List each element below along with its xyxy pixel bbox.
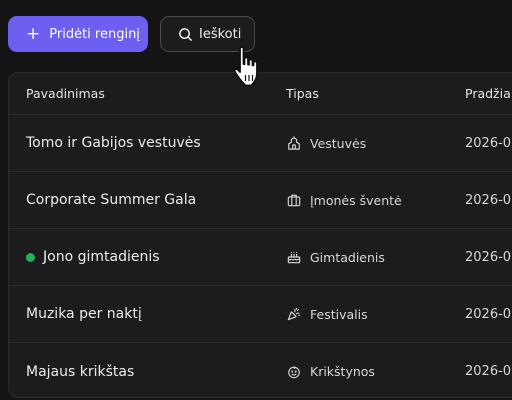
event-type: Festivalis bbox=[310, 306, 368, 322]
chapel-icon bbox=[286, 135, 302, 151]
event-name: Jono gimtadienis bbox=[43, 249, 160, 265]
status-dot bbox=[26, 252, 35, 262]
event-name: Majaus krikštas bbox=[26, 363, 135, 380]
event-type: Įmonės šventė bbox=[310, 192, 402, 208]
hand-pointer-cursor-icon bbox=[233, 46, 258, 87]
table-row[interactable]: Jono gimtadienis Gimtadienis 2026-0 bbox=[9, 229, 512, 286]
briefcase-icon bbox=[286, 192, 302, 208]
event-name-cell: Corporate Summer Gala bbox=[26, 172, 196, 228]
event-name: Muzika per naktį bbox=[26, 306, 142, 322]
event-type: Krikštynos bbox=[310, 364, 375, 379]
table-row[interactable]: Tomo ir Gabijos vestuvės Vestuvės 2026-0 bbox=[9, 115, 512, 172]
column-header-name[interactable]: Pavadinimas bbox=[26, 73, 105, 114]
event-start: 2026-0 bbox=[465, 249, 512, 265]
event-type-cell: Vestuvės bbox=[286, 115, 366, 171]
add-event-label: Pridėti renginį bbox=[49, 26, 140, 42]
event-start: 2026-0 bbox=[465, 192, 512, 208]
event-name-cell: Tomo ir Gabijos vestuvės bbox=[26, 115, 201, 171]
column-header-start[interactable]: Pradžia bbox=[465, 73, 511, 114]
event-name-cell: Muzika per naktį bbox=[26, 286, 142, 342]
event-start: 2026-0 bbox=[465, 135, 512, 151]
event-name: Corporate Summer Gala bbox=[26, 192, 197, 208]
event-start: 2026-0 bbox=[465, 306, 512, 322]
cake-icon bbox=[286, 249, 302, 265]
event-type: Gimtadienis bbox=[310, 249, 385, 265]
event-type-cell: Krikštynos bbox=[286, 343, 375, 397]
events-table: Pavadinimas Tipas Pradžia Tomo ir Gabijo… bbox=[8, 72, 512, 398]
event-start: 2026-0 bbox=[465, 364, 512, 379]
event-type-cell: Įmonės šventė bbox=[286, 172, 402, 228]
search-icon bbox=[178, 27, 193, 42]
party-popper-icon bbox=[286, 306, 302, 322]
baby-icon bbox=[286, 364, 302, 380]
event-type: Vestuvės bbox=[310, 135, 367, 151]
event-type-cell: Festivalis bbox=[286, 286, 368, 342]
table-row[interactable]: Majaus krikštas Krikštynos 2026-0 bbox=[9, 343, 512, 397]
event-name-cell: Majaus krikštas bbox=[26, 343, 135, 397]
search-label: Ieškoti bbox=[199, 26, 242, 42]
table-row[interactable]: Muzika per naktį Festivalis 2026-0 bbox=[9, 286, 512, 343]
column-header-type[interactable]: Tipas bbox=[286, 73, 319, 114]
table-row[interactable]: Corporate Summer Gala Įmonės šventė 2026… bbox=[9, 172, 512, 229]
toolbar: + Pridėti renginį Ieškoti bbox=[8, 16, 255, 52]
event-name-cell: Jono gimtadienis bbox=[26, 229, 160, 285]
event-name: Tomo ir Gabijos vestuvės bbox=[26, 135, 201, 151]
event-type-cell: Gimtadienis bbox=[286, 229, 385, 285]
add-event-button[interactable]: + Pridėti renginį bbox=[8, 16, 148, 52]
plus-icon: + bbox=[26, 23, 41, 44]
